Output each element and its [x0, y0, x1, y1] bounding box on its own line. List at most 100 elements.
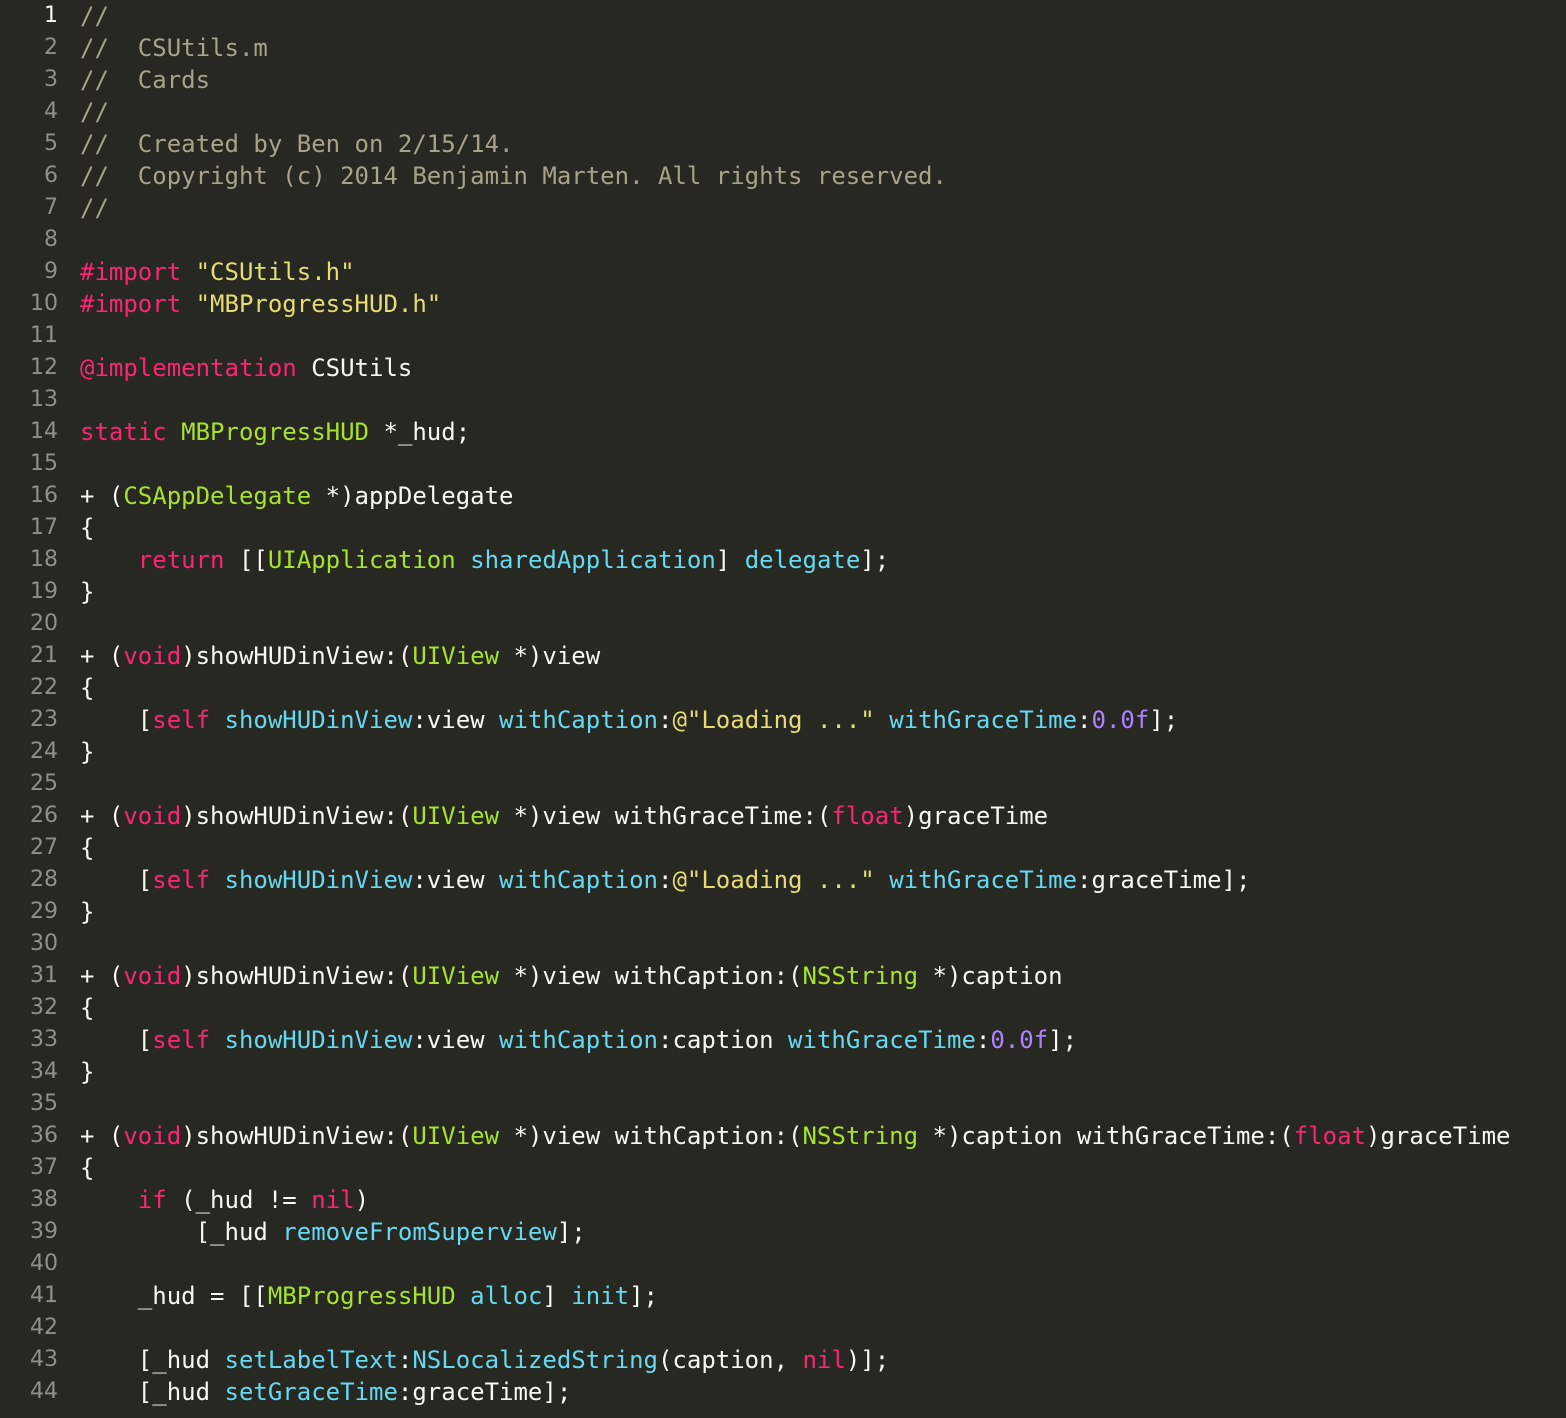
- line-code[interactable]: {: [80, 1152, 94, 1184]
- code-line[interactable]: 30: [0, 928, 1566, 960]
- token-plain: {: [80, 834, 95, 862]
- line-code[interactable]: // Copyright (c) 2014 Benjamin Marten. A…: [80, 160, 947, 192]
- line-code[interactable]: [self showHUDinView:view withCaption:@"L…: [80, 704, 1178, 736]
- line-code[interactable]: @implementation CSUtils: [80, 352, 412, 384]
- code-line[interactable]: 24}: [0, 736, 1566, 768]
- code-line[interactable]: 23 [self showHUDinView:view withCaption:…: [0, 704, 1566, 736]
- code-line[interactable]: 25: [0, 768, 1566, 800]
- code-line[interactable]: 39 [_hud removeFromSuperview];: [0, 1216, 1566, 1248]
- code-line[interactable]: 15: [0, 448, 1566, 480]
- token-method: setGraceTime: [224, 1378, 398, 1406]
- line-code[interactable]: //: [80, 192, 109, 224]
- line-code[interactable]: }: [80, 576, 94, 608]
- code-line[interactable]: 31 + (void)showHUDinView:(UIView *)view w…: [0, 960, 1566, 992]
- code-line[interactable]: 2 // CSUtils.m: [0, 32, 1566, 64]
- line-number: 17: [30, 515, 58, 540]
- line-code[interactable]: }: [80, 1056, 94, 1088]
- code-line[interactable]: 29}: [0, 896, 1566, 928]
- code-line[interactable]: 20: [0, 608, 1566, 640]
- line-code[interactable]: {: [80, 832, 94, 864]
- line-code[interactable]: //: [80, 96, 109, 128]
- line-number: 38: [30, 1187, 58, 1212]
- code-line[interactable]: 22 {: [0, 672, 1566, 704]
- line-code[interactable]: + (CSAppDelegate *)appDelegate: [80, 480, 514, 512]
- line-code[interactable]: + (void)showHUDinView:(UIView *)view wit…: [80, 1120, 1511, 1152]
- line-code[interactable]: #import "MBProgressHUD.h": [80, 288, 441, 320]
- line-code[interactable]: // Created by Ben on 2/15/14.: [80, 128, 513, 160]
- line-code[interactable]: return [[UIApplication sharedApplication…: [80, 544, 889, 576]
- code-line[interactable]: 37 {: [0, 1152, 1566, 1184]
- line-code[interactable]: _hud = [[MBProgressHUD alloc] init];: [80, 1280, 658, 1312]
- code-line[interactable]: 43 [_hud setLabelText:NSLocalizedString(…: [0, 1344, 1566, 1376]
- line-code[interactable]: [self showHUDinView:view withCaption:cap…: [80, 1024, 1077, 1056]
- code-line[interactable]: 13: [0, 384, 1566, 416]
- line-code[interactable]: if (_hud != nil): [80, 1184, 369, 1216]
- line-number: 36: [30, 1123, 58, 1148]
- code-line[interactable]: 12 @implementation CSUtils: [0, 352, 1566, 384]
- code-line[interactable]: 7 //: [0, 192, 1566, 224]
- code-line[interactable]: 32 {: [0, 992, 1566, 1024]
- code-line[interactable]: 10 #import "MBProgressHUD.h": [0, 288, 1566, 320]
- code-line[interactable]: 44 [_hud setGraceTime:graceTime];: [0, 1376, 1566, 1408]
- line-code[interactable]: + (void)showHUDinView:(UIView *)view wit…: [80, 960, 1063, 992]
- line-code[interactable]: + (void)showHUDinView:(UIView *)view: [80, 640, 600, 672]
- code-line[interactable]: 40: [0, 1248, 1566, 1280]
- line-code[interactable]: [_hud setLabelText:NSLocalizedString(cap…: [80, 1344, 889, 1376]
- code-line[interactable]: 17 {: [0, 512, 1566, 544]
- code-line[interactable]: 28 [self showHUDinView:view withCaption:…: [0, 864, 1566, 896]
- code-line[interactable]: 26 + (void)showHUDinView:(UIView *)view w…: [0, 800, 1566, 832]
- token-number: 0.0f: [1091, 706, 1150, 734]
- code-line[interactable]: 38 if (_hud != nil): [0, 1184, 1566, 1216]
- line-code[interactable]: #import "CSUtils.h": [80, 256, 355, 288]
- line-code[interactable]: {: [80, 992, 94, 1024]
- line-code[interactable]: }: [80, 896, 94, 928]
- token-keyword: float: [831, 802, 904, 830]
- line-code[interactable]: static MBProgressHUD *_hud;: [80, 416, 470, 448]
- code-line[interactable]: 42: [0, 1312, 1566, 1344]
- line-number: 21: [30, 643, 58, 668]
- code-lines[interactable]: 1 // 2 // CSUtils.m 3 // Cards 4 // 5 // Created …: [0, 0, 1566, 1408]
- code-line[interactable]: 11: [0, 320, 1566, 352]
- code-line[interactable]: 16 + (CSAppDelegate *)appDelegate: [0, 480, 1566, 512]
- code-line[interactable]: 9 #import "CSUtils.h": [0, 256, 1566, 288]
- line-code[interactable]: {: [80, 512, 94, 544]
- line-code[interactable]: [self showHUDinView:view withCaption:@"L…: [80, 864, 1251, 896]
- line-code[interactable]: //: [80, 0, 109, 32]
- code-line[interactable]: 18 return [[UIApplication sharedApplicat…: [0, 544, 1566, 576]
- token-plain: *)view withCaption:(: [499, 1122, 803, 1150]
- token-plain: ];: [1048, 1026, 1078, 1054]
- code-line[interactable]: 35: [0, 1088, 1566, 1120]
- line-code[interactable]: [_hud setGraceTime:graceTime];: [80, 1376, 571, 1408]
- code-line[interactable]: 33 [self showHUDinView:view withCaption:…: [0, 1024, 1566, 1056]
- code-line[interactable]: 19}: [0, 576, 1566, 608]
- code-editor[interactable]: 1 // 2 // CSUtils.m 3 // Cards 4 // 5 // Created …: [0, 0, 1566, 1418]
- code-line[interactable]: 1 //: [0, 0, 1566, 32]
- line-number: 30: [30, 931, 58, 956]
- code-line[interactable]: 5 // Created by Ben on 2/15/14.: [0, 128, 1566, 160]
- code-line[interactable]: 8: [0, 224, 1566, 256]
- code-line[interactable]: 21 + (void)showHUDinView:(UIView *)view: [0, 640, 1566, 672]
- line-code[interactable]: }: [80, 736, 94, 768]
- token-plain: )showHUDinView:(: [181, 962, 413, 990]
- token-plain: )];: [845, 1346, 890, 1374]
- code-line[interactable]: 27 {: [0, 832, 1566, 864]
- code-line[interactable]: 36 + (void)showHUDinView:(UIView *)view w…: [0, 1120, 1566, 1152]
- code-line[interactable]: 4 //: [0, 96, 1566, 128]
- code-line[interactable]: 6 // Copyright (c) 2014 Benjamin Marten. …: [0, 160, 1566, 192]
- line-code[interactable]: // Cards: [80, 64, 210, 96]
- token-keyword: self: [152, 866, 211, 894]
- line-code[interactable]: {: [80, 672, 94, 704]
- code-line[interactable]: 41 _hud = [[MBProgressHUD alloc] init];: [0, 1280, 1566, 1312]
- line-number: 2: [44, 35, 58, 60]
- token-plain: :caption: [658, 1026, 789, 1054]
- token-plain: + (: [80, 642, 124, 670]
- token-method: NSLocalizedString: [412, 1346, 658, 1374]
- code-line[interactable]: 34}: [0, 1056, 1566, 1088]
- line-code[interactable]: // CSUtils.m: [80, 32, 268, 64]
- line-code[interactable]: + (void)showHUDinView:(UIView *)view wit…: [80, 800, 1048, 832]
- token-keyword: self: [152, 1026, 211, 1054]
- code-line[interactable]: 3 // Cards: [0, 64, 1566, 96]
- code-line[interactable]: 14 static MBProgressHUD *_hud;: [0, 416, 1566, 448]
- line-code[interactable]: [_hud removeFromSuperview];: [80, 1216, 586, 1248]
